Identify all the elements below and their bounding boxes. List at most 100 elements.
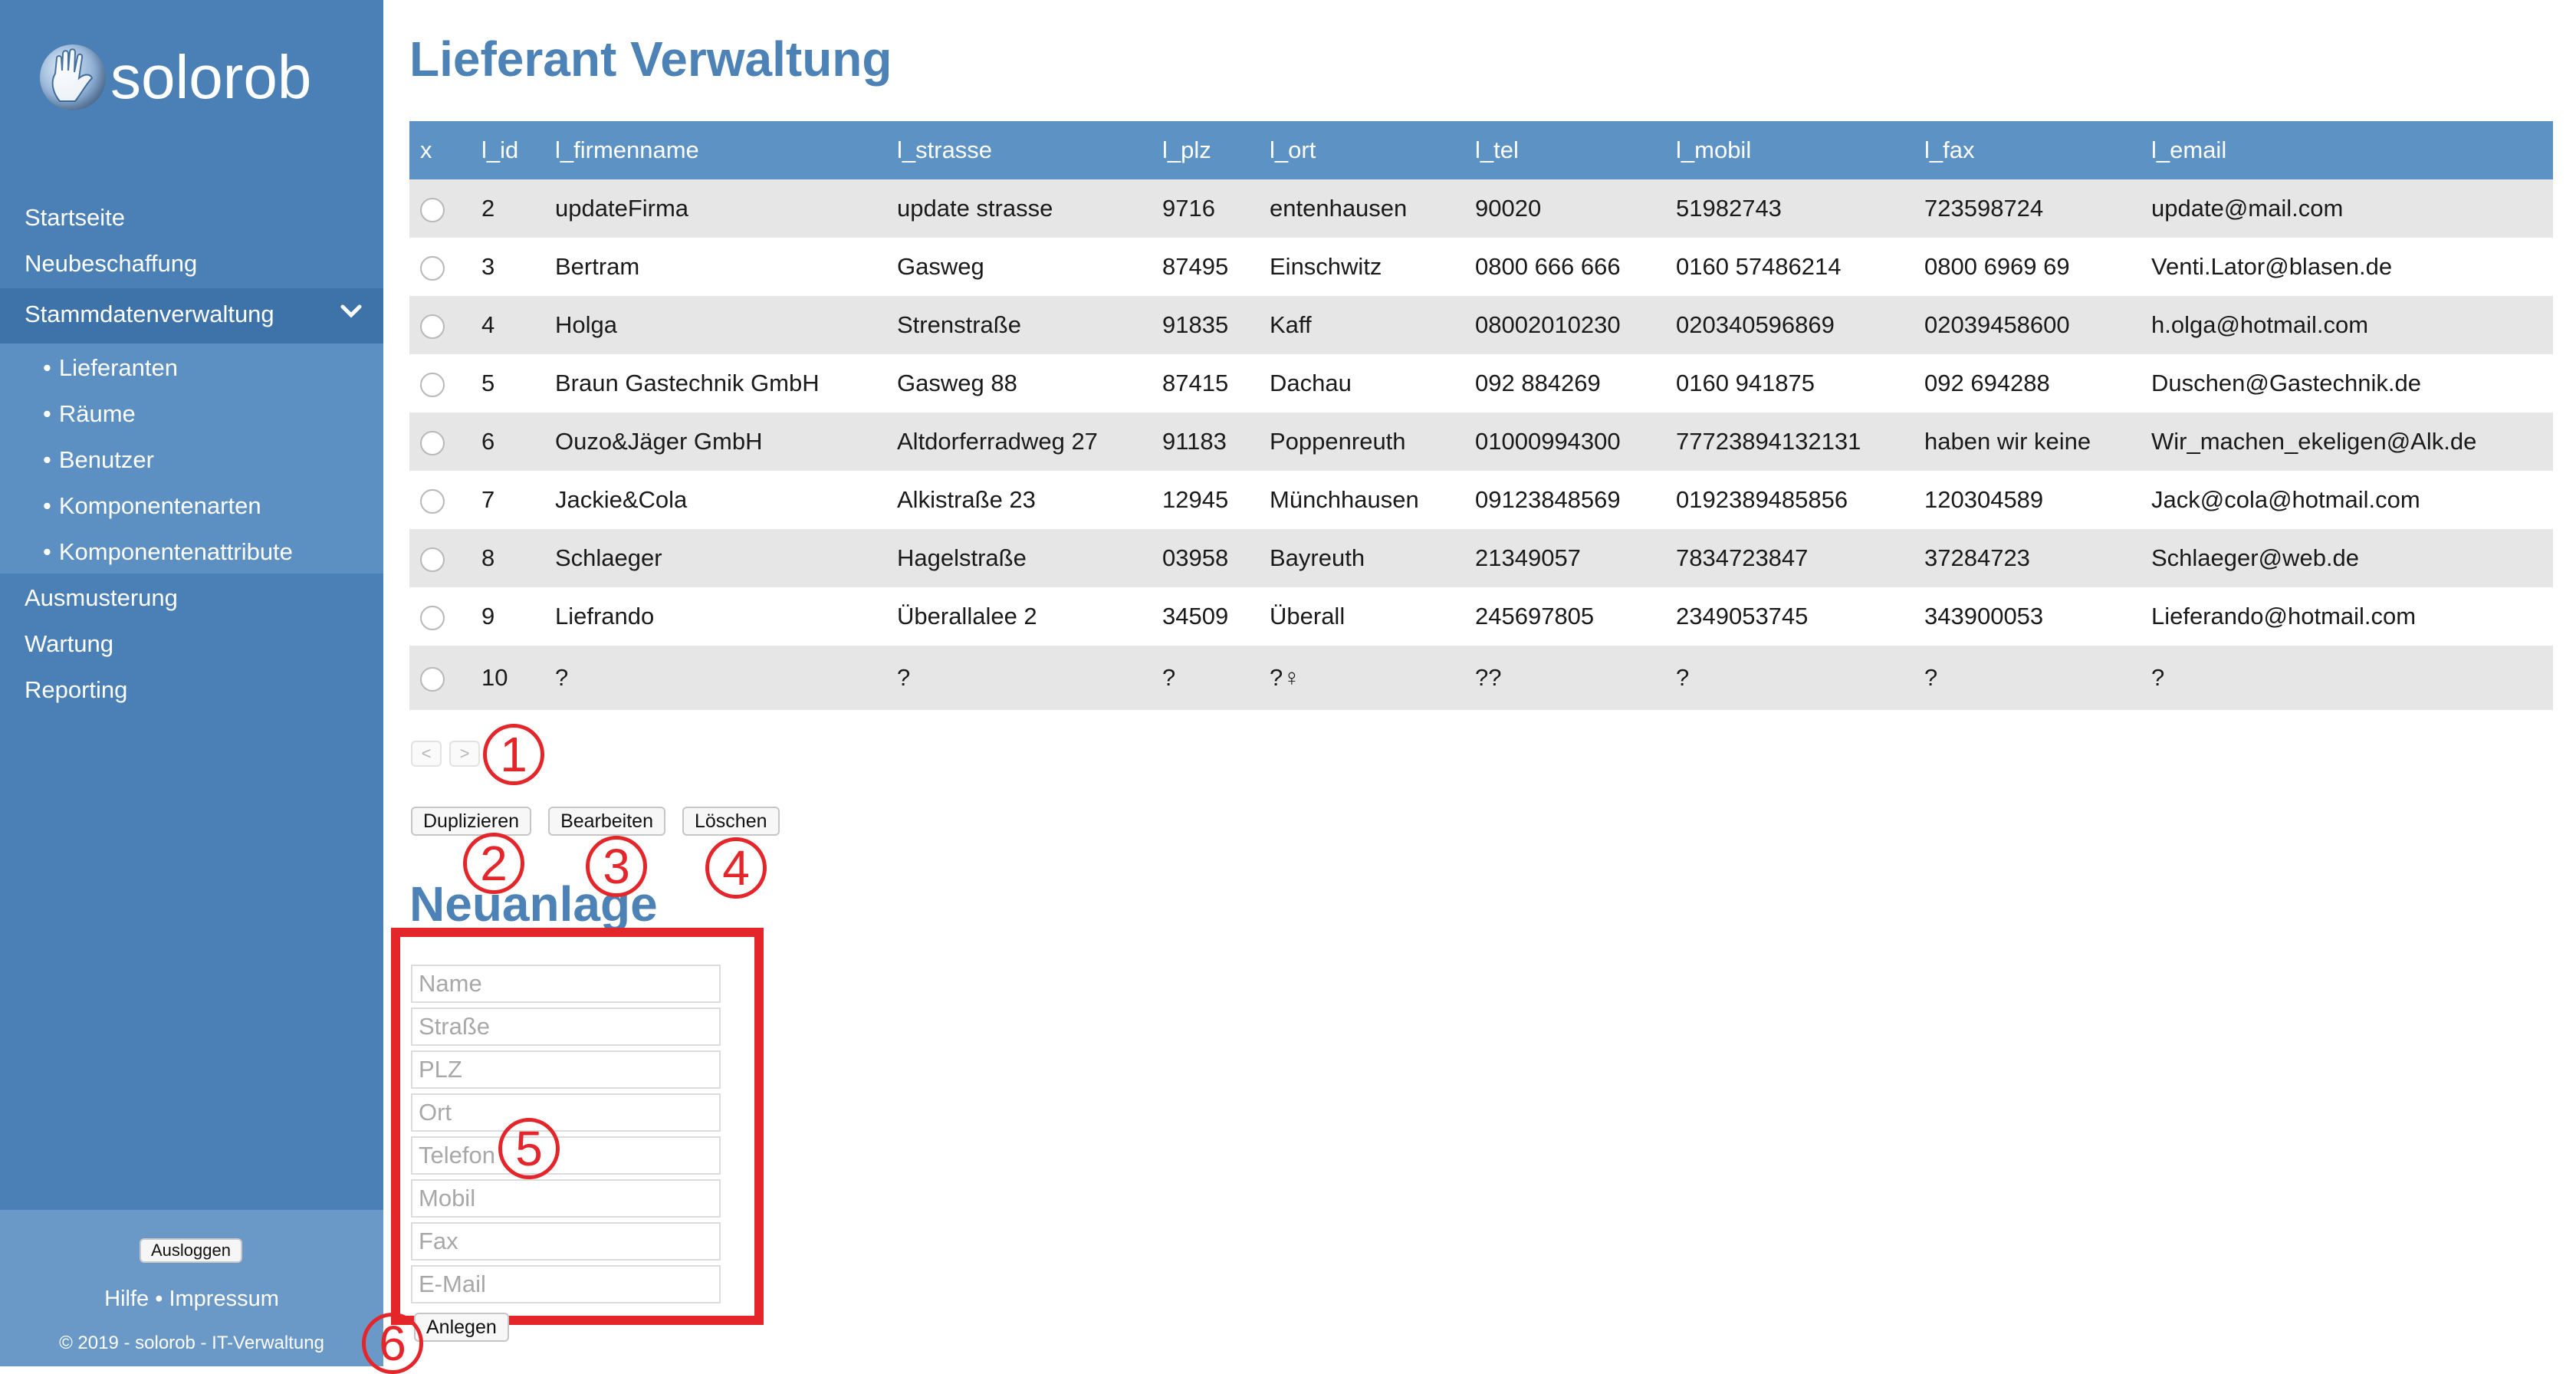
nav-item-ausmusterung[interactable]: Ausmusterung bbox=[25, 584, 178, 612]
table-row[interactable]: 4 Holga Strenstraße 91835 Kaff 08002010230 020… bbox=[409, 296, 2553, 354]
supplier-table: x l_id l_firmenname l_strasse l_plz l_ort l_te… bbox=[409, 121, 2553, 710]
column-header-l-mobil: l_mobil bbox=[1676, 136, 1752, 163]
table-cell: 7834723847 bbox=[1676, 544, 1809, 571]
table-cell: 09123848569 bbox=[1475, 486, 1621, 513]
table-cell: 03958 bbox=[1162, 544, 1229, 571]
column-header-l-email: l_email bbox=[2151, 136, 2227, 163]
nav-item-stammdatenverwaltung[interactable]: Stammdatenverwaltung bbox=[25, 301, 274, 328]
table-row[interactable]: 2 updateFirma update strasse 9716 entenhause… bbox=[409, 179, 2553, 238]
table-cell: ? bbox=[1162, 664, 1176, 691]
zip-field[interactable] bbox=[411, 1050, 721, 1089]
table-cell: Hagelstraße bbox=[897, 544, 1027, 571]
annotation-marker-4: 4 bbox=[705, 837, 767, 899]
table-cell: 0160 57486214 bbox=[1676, 253, 1842, 280]
column-header-l-fax: l_fax bbox=[1924, 136, 1975, 163]
table-cell: Überallalee 2 bbox=[897, 603, 1037, 629]
table-cell: Venti.Lator@blasen.de bbox=[2151, 253, 2393, 280]
name-field[interactable] bbox=[411, 965, 721, 1003]
street-field[interactable] bbox=[411, 1007, 721, 1046]
table-cell: 9 bbox=[481, 603, 495, 629]
annotation-marker-3: 3 bbox=[586, 836, 647, 897]
delete-button[interactable]: Löschen bbox=[682, 807, 780, 836]
table-cell: ? bbox=[1924, 664, 1938, 691]
row-radio-button[interactable] bbox=[420, 255, 445, 281]
create-button[interactable]: Anlegen bbox=[414, 1313, 509, 1342]
mobile-field[interactable] bbox=[411, 1179, 721, 1218]
fax-field[interactable] bbox=[411, 1222, 721, 1261]
table-cell: h.olga@hotmail.com bbox=[2151, 311, 2369, 338]
table-row[interactable]: 8 Schlaeger Hagelstraße 03958 Bayreuth 213490… bbox=[409, 529, 2553, 587]
table-cell: ? bbox=[897, 664, 911, 691]
annotation-marker-2: 2 bbox=[463, 833, 524, 894]
table-cell: Kaff bbox=[1270, 311, 1312, 338]
table-cell: Jackie&Cola bbox=[555, 486, 688, 513]
column-header-l-firmenname: l_firmenname bbox=[555, 136, 699, 163]
row-radio-button[interactable] bbox=[420, 314, 445, 339]
sidebar-subitem-benutzer[interactable]: • Benutzer bbox=[43, 446, 154, 474]
column-header-l-plz: l_plz bbox=[1162, 136, 1211, 163]
row-radio-button[interactable] bbox=[420, 372, 445, 397]
table-header-row: x l_id l_firmenname l_strasse l_plz l_ort l_te… bbox=[409, 121, 2553, 179]
table-row[interactable]: 10??? ?♀????? bbox=[409, 646, 2553, 710]
table-row[interactable]: 6 Ouzo&Jäger GmbH Altdorferradweg 27 91183 P… bbox=[409, 413, 2553, 471]
row-select-cell bbox=[409, 296, 471, 354]
table-row[interactable]: 5 Braun Gastechnik GmbH Gasweg 88 87415 Dach… bbox=[409, 354, 2553, 413]
column-header-l-id: l_id bbox=[481, 136, 519, 163]
table-cell: 0192389485856 bbox=[1676, 486, 1848, 513]
table-cell: 6 bbox=[481, 428, 495, 455]
prev-page-button[interactable]: < bbox=[411, 741, 442, 767]
sidebar-subitem-lieferanten[interactable]: • Lieferanten bbox=[43, 354, 178, 382]
table-row[interactable]: 7 Jackie&Cola Alkistraße 23 12945 Münchhause… bbox=[409, 471, 2553, 529]
row-select-cell bbox=[409, 587, 471, 646]
sidebar-subitem-komponentenattribute[interactable]: • Komponentenattribute bbox=[43, 538, 293, 566]
table-cell: 4 bbox=[481, 311, 495, 338]
row-radio-button[interactable] bbox=[420, 430, 445, 455]
row-radio-button[interactable] bbox=[420, 197, 445, 222]
table-row[interactable]: 3 Bertram Gasweg 87495 Einschwitz 0800 666 66… bbox=[409, 238, 2553, 296]
table-cell: 9716 bbox=[1162, 195, 1215, 222]
row-select-cell bbox=[409, 179, 471, 238]
footer-links: Hilfe • Impressum bbox=[0, 1287, 383, 1312]
nav-item-startseite[interactable]: Startseite bbox=[25, 204, 125, 232]
nav-item-wartung[interactable]: Wartung bbox=[25, 630, 113, 658]
sidebar-subitem-komponentenarten[interactable]: • Komponentenarten bbox=[43, 492, 261, 520]
table-cell: 092 884269 bbox=[1475, 370, 1601, 396]
table-cell: ?? bbox=[1475, 664, 1502, 691]
logout-button[interactable]: Ausloggen bbox=[140, 1238, 242, 1263]
table-cell: update@mail.com bbox=[2151, 195, 2344, 222]
table-cell: Liefrando bbox=[555, 603, 655, 629]
nav-item-neubeschaffung[interactable]: Neubeschaffung bbox=[25, 250, 197, 278]
duplicate-button[interactable]: Duplizieren bbox=[411, 807, 532, 836]
table-cell: 2349053745 bbox=[1676, 603, 1809, 629]
copyright-text: © 2019 - solorob - IT-Verwaltung bbox=[59, 1333, 324, 1353]
table-cell: 0800 6969 69 bbox=[1924, 253, 2070, 280]
chevron-down-icon[interactable] bbox=[340, 304, 362, 323]
table-cell: 723598724 bbox=[1924, 195, 2044, 222]
annotation-marker-6: 6 bbox=[362, 1313, 423, 1374]
table-cell: 020340596869 bbox=[1676, 311, 1835, 338]
imprint-link[interactable]: Impressum bbox=[169, 1287, 278, 1311]
row-radio-button[interactable] bbox=[420, 547, 445, 572]
table-cell: 120304589 bbox=[1924, 486, 2044, 513]
phone-field[interactable] bbox=[411, 1136, 721, 1175]
help-link[interactable]: Hilfe bbox=[104, 1287, 149, 1311]
nav-item-reporting[interactable]: Reporting bbox=[25, 676, 127, 704]
edit-button[interactable]: Bearbeiten bbox=[548, 807, 665, 836]
next-page-button[interactable]: > bbox=[449, 741, 480, 767]
table-cell: 02039458600 bbox=[1924, 311, 2070, 338]
table-cell: 3 bbox=[481, 253, 495, 280]
city-field[interactable] bbox=[411, 1093, 721, 1132]
row-select-cell bbox=[409, 529, 471, 587]
table-cell: ?♀ bbox=[1270, 664, 1301, 691]
column-header-x: x bbox=[420, 136, 432, 163]
brand-logo[interactable]: solorob bbox=[40, 35, 311, 120]
sidebar-subitem-raeume[interactable]: • Räume bbox=[43, 400, 136, 428]
row-radio-button[interactable] bbox=[420, 666, 445, 692]
column-header-l-tel: l_tel bbox=[1475, 136, 1519, 163]
table-cell: Altdorferradweg 27 bbox=[897, 428, 1098, 455]
row-radio-button[interactable] bbox=[420, 605, 445, 630]
table-row[interactable]: 9 Liefrando Überallalee 2 34509 Überall 24569… bbox=[409, 587, 2553, 646]
row-radio-button[interactable] bbox=[420, 488, 445, 514]
email-field[interactable] bbox=[411, 1265, 721, 1303]
table-cell: 77723894132131 bbox=[1676, 428, 1861, 455]
